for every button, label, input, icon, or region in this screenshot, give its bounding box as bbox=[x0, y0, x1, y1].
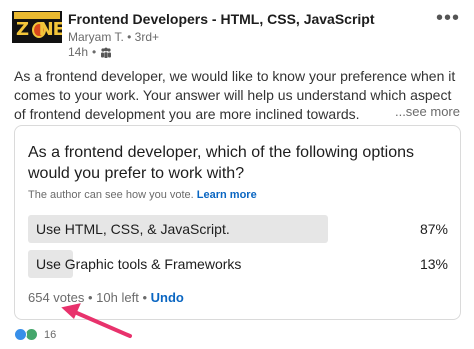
like-icon bbox=[14, 328, 27, 341]
poll-privacy-note: The author can see how you vote. Learn m… bbox=[28, 189, 257, 201]
poll-option-2[interactable]: Use Graphic tools & Frameworks 13% bbox=[28, 250, 448, 278]
learn-more-link[interactable]: Learn more bbox=[197, 189, 257, 201]
poll-option-1[interactable]: Use HTML, CSS, & JavaScript. 87% bbox=[28, 215, 448, 243]
post-meta: 14h • bbox=[68, 45, 112, 59]
separator-dot: • bbox=[142, 290, 151, 305]
reaction-count: 16 bbox=[44, 328, 57, 341]
poll-card: As a frontend developer, which of the fo… bbox=[14, 125, 461, 320]
poll-option-2-percent: 13% bbox=[419, 256, 448, 272]
group-name[interactable]: Frontend Developers - HTML, CSS, JavaScr… bbox=[68, 11, 375, 27]
author-name[interactable]: Maryam T. • 3rd+ bbox=[68, 30, 159, 44]
separator-dot: • bbox=[92, 45, 97, 59]
annotation-arrow-icon bbox=[61, 303, 132, 338]
post-header: Z NE Frontend Developers - HTML, CSS, Ja… bbox=[10, 8, 466, 64]
poll-question: As a frontend developer, which of the fo… bbox=[28, 144, 415, 182]
undo-vote-button[interactable]: Undo bbox=[151, 290, 184, 305]
poll-option-1-percent: 87% bbox=[419, 221, 448, 237]
post-time: 14h bbox=[68, 45, 89, 59]
poll-note-text: The author can see how you vote. bbox=[28, 189, 194, 201]
ellipsis-icon[interactable]: ••• bbox=[436, 8, 460, 28]
members-icon bbox=[100, 47, 112, 58]
group-logo[interactable]: Z NE bbox=[12, 11, 62, 43]
poll-option-1-label: Use HTML, CSS, & JavaScript. bbox=[36, 221, 230, 237]
reactions-summary[interactable]: 16 bbox=[14, 328, 56, 341]
see-more-link[interactable]: ...see more bbox=[390, 104, 460, 119]
poll-option-2-label: Use Graphic tools & Frameworks bbox=[36, 256, 242, 272]
